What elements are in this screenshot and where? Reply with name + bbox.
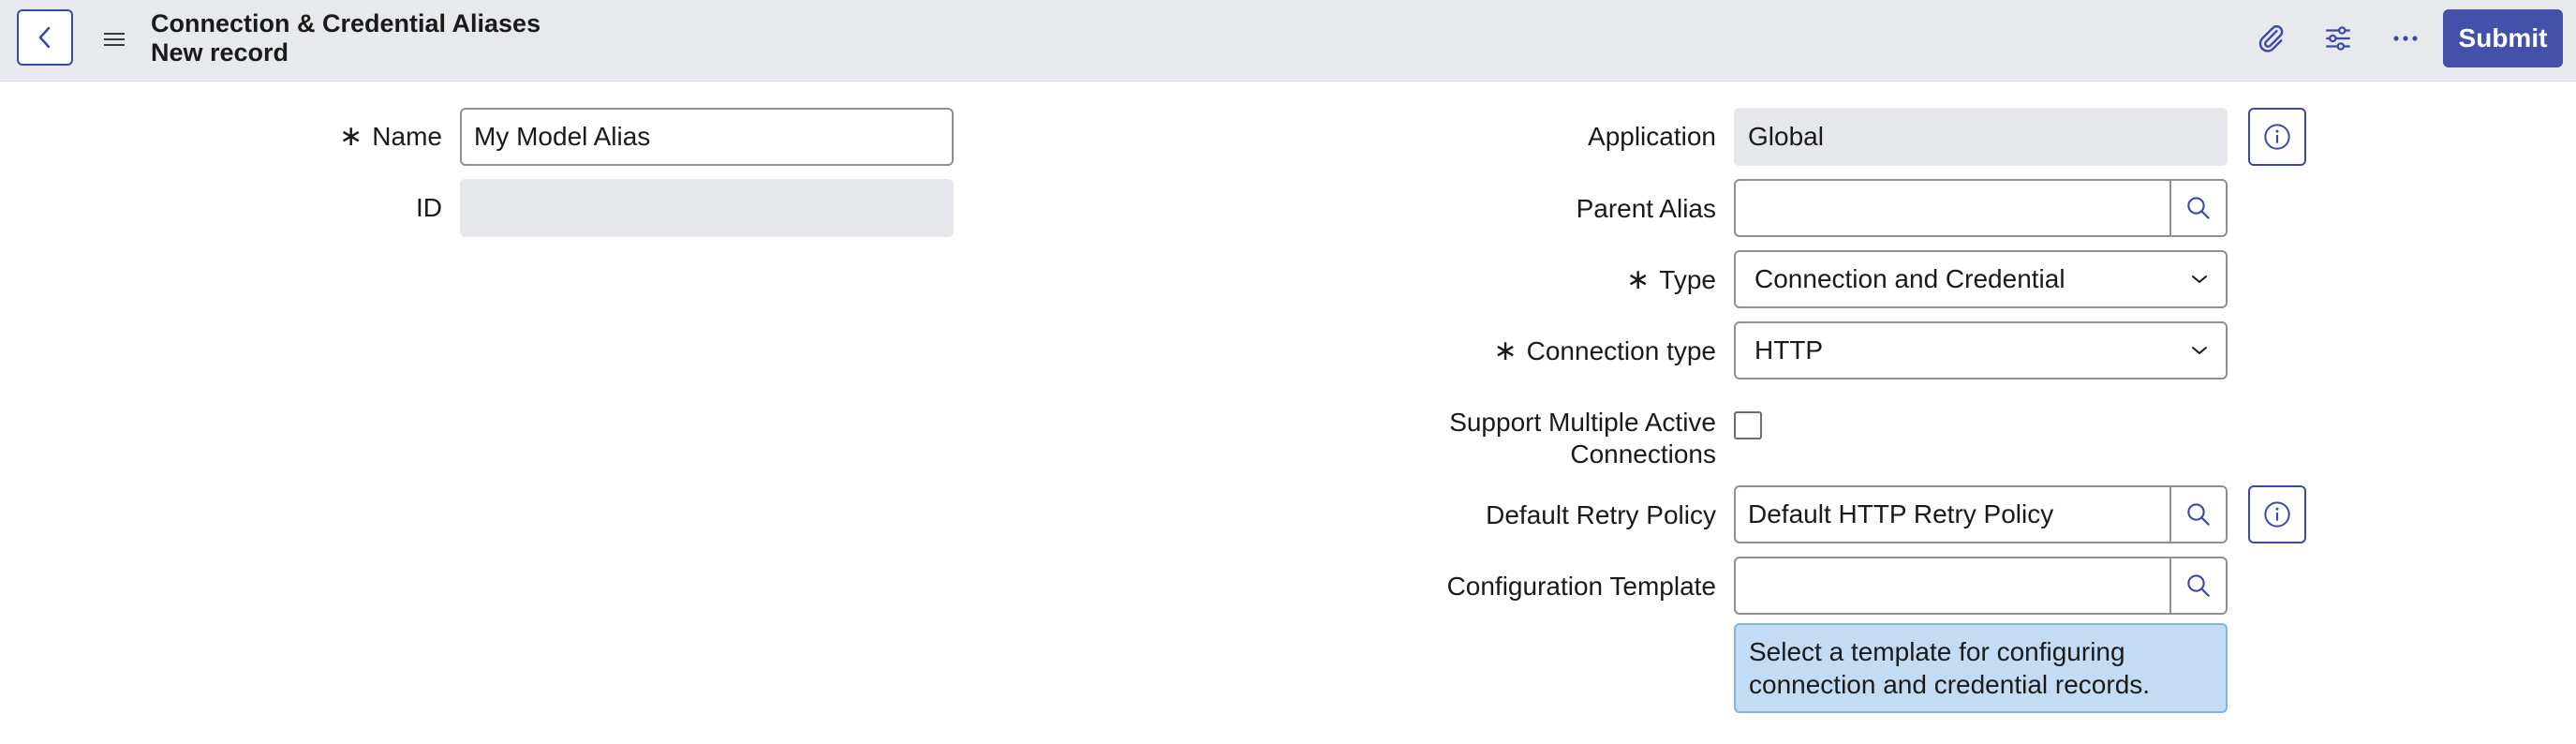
- more-options-button[interactable]: [2384, 17, 2427, 60]
- back-button[interactable]: [17, 9, 73, 66]
- name-label: ∗ Name: [339, 121, 442, 152]
- default-retry-input[interactable]: Default HTTP Retry Policy: [1734, 485, 2169, 543]
- parent-alias-lookup-button[interactable]: [2169, 179, 2228, 237]
- application-value: Global: [1748, 122, 1824, 151]
- attachment-button[interactable]: [2249, 17, 2292, 60]
- configuration-template-lookup-button[interactable]: [2169, 557, 2228, 615]
- sliders-icon: [2326, 26, 2350, 51]
- default-retry-reference: Default HTTP Retry Policy: [1734, 485, 2228, 543]
- back-icon: [38, 26, 51, 49]
- default-retry-info-button[interactable]: [2248, 485, 2306, 543]
- required-marker: ∗: [339, 121, 363, 152]
- support-multiple-checkbox[interactable]: [1734, 411, 1762, 439]
- connection-type-label: ∗ Connection type: [1493, 335, 1717, 366]
- parent-alias-label: Parent Alias: [1576, 194, 1716, 223]
- name-input[interactable]: My Model Alias: [460, 108, 954, 166]
- required-marker: ∗: [1626, 264, 1651, 295]
- hamburger-menu-icon: [104, 33, 125, 46]
- submit-button[interactable]: Submit: [2443, 9, 2563, 67]
- application-label: Application: [1588, 122, 1716, 151]
- default-retry-lookup-button[interactable]: [2169, 485, 2228, 543]
- connection-type-select[interactable]: HTTP: [1734, 321, 2228, 379]
- page-title: Connection & Credential Aliases: [151, 9, 541, 37]
- search-icon: [2187, 503, 2210, 526]
- required-marker: ∗: [1493, 335, 1517, 366]
- page-subtitle: New record: [151, 38, 289, 67]
- type-label: ∗ Type: [1626, 264, 1716, 295]
- id-field: [460, 179, 954, 237]
- configuration-template-reference: [1734, 557, 2228, 615]
- parent-alias-reference: [1734, 179, 2228, 237]
- type-value: Connection and Credential: [1754, 264, 2065, 293]
- chevron-down-icon: [2192, 347, 2207, 354]
- personalize-form-button[interactable]: [2317, 17, 2360, 60]
- hamburger-menu-button[interactable]: [97, 22, 131, 56]
- info-icon: [2264, 501, 2290, 528]
- search-icon: [2187, 574, 2210, 597]
- id-label: ID: [416, 193, 442, 222]
- application-info-button[interactable]: [2248, 108, 2306, 166]
- type-select[interactable]: Connection and Credential: [1734, 250, 2228, 308]
- default-retry-label: Default Retry Policy: [1486, 500, 1716, 529]
- application-field: Global: [1734, 108, 2228, 166]
- title-block: Connection & Credential Aliases New reco…: [151, 9, 540, 67]
- record-header: Connection & Credential Aliases New reco…: [0, 0, 2576, 82]
- configuration-template-label: Configuration Template: [1446, 572, 1716, 601]
- more-icon: [2393, 36, 2418, 41]
- name-value: My Model Alias: [474, 122, 651, 151]
- paperclip-icon: [2258, 25, 2284, 52]
- connection-type-value: HTTP: [1754, 335, 1824, 365]
- search-icon: [2187, 197, 2210, 219]
- configuration-template-help: Select a template for configuring connec…: [1734, 623, 2228, 713]
- parent-alias-input[interactable]: [1734, 179, 2169, 237]
- support-multiple-label: Support Multiple Active Connections: [1449, 408, 1716, 469]
- default-retry-value: Default HTTP Retry Policy: [1748, 499, 2054, 528]
- info-icon: [2264, 124, 2290, 150]
- configuration-template-input[interactable]: [1734, 557, 2169, 615]
- chevron-down-icon: [2192, 275, 2207, 283]
